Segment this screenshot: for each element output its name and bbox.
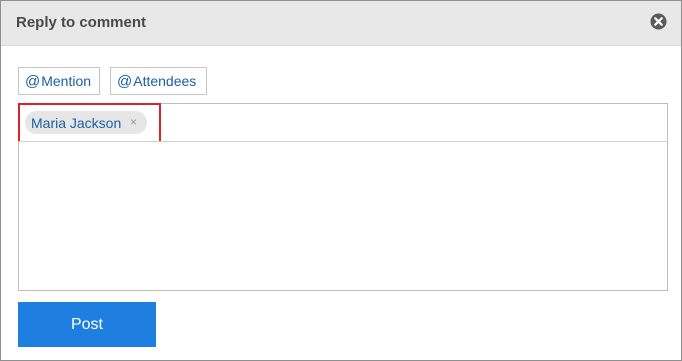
dialog-header: Reply to comment	[1, 1, 681, 46]
at-icon: @	[25, 72, 41, 90]
mention-label: Mention	[41, 73, 92, 89]
remove-recipient-icon[interactable]: ×	[130, 115, 137, 129]
recipient-chip: Maria Jackson ×	[25, 111, 147, 134]
dialog-title: Reply to comment	[16, 14, 147, 31]
close-icon[interactable]	[650, 13, 667, 30]
post-button[interactable]: Post	[18, 302, 156, 347]
at-icon: @	[117, 72, 133, 90]
reply-dialog: Reply to comment @ Mention @ Attendees M…	[0, 0, 682, 361]
attendees-label: Attendees	[133, 73, 197, 89]
mention-button[interactable]: @ Mention	[18, 67, 100, 95]
comment-textarea[interactable]	[18, 141, 668, 291]
attendees-button[interactable]: @ Attendees	[110, 67, 207, 95]
recipient-name: Maria Jackson	[31, 114, 122, 131]
